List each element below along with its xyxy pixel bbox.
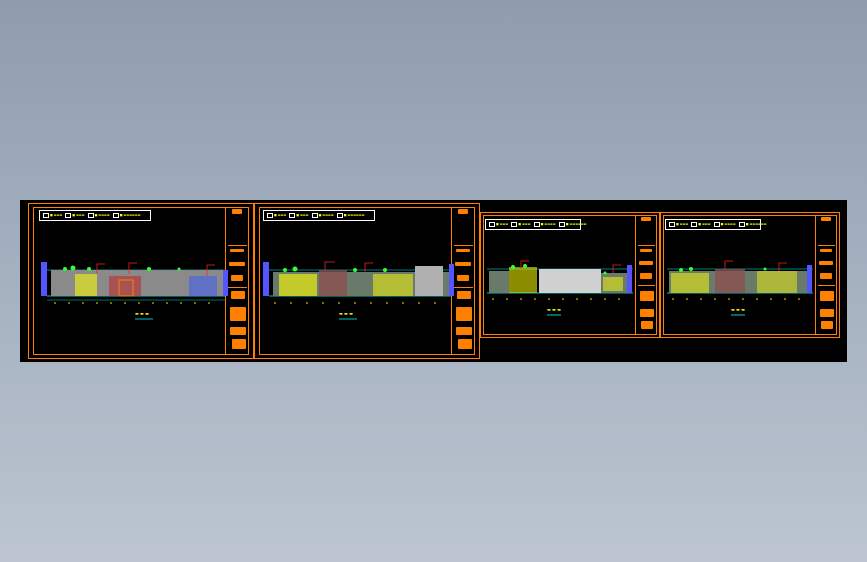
sheet-2-elevation-drawing (263, 261, 454, 320)
drawing-sheet-2[interactable]: ■ ▬▬▬ ■ ▬▬▬ ■ ▬▬▬▬ ■ ▬▬▬▬▬▬ ▬ ▬ ▬ (254, 203, 480, 359)
sheet-4-elevation-title: ▬ ▬ ▬ (731, 307, 745, 312)
sheet-3-window-band (509, 267, 537, 293)
sheet-3-facade-left (489, 271, 509, 293)
sheet-3-level-markers (627, 265, 632, 293)
sheet-1-axis-ticks (54, 302, 210, 304)
sheet-4-elevation-drawing (667, 260, 813, 316)
cad-drawing-canvas[interactable]: ■ ▬▬▬ ■ ▬▬▬ ■ ▬▬▬▬ ■ ▬▬▬▬▬▬ ▬ ▬ ▬ ■ ▬▬▬ … (20, 200, 847, 362)
drawing-sheet-1[interactable]: ■ ▬▬▬ ■ ▬▬▬ ■ ▬▬▬▬ ■ ▬▬▬▬▬▬ ▬ ▬ ▬ (28, 203, 254, 359)
sheet-2-level-markers (263, 262, 269, 296)
sheet-3-plain-facade (539, 269, 601, 293)
sheet-3-elevation-title: ▬ ▬ ▬ (547, 307, 561, 312)
sheet-4-highlight-block (715, 269, 745, 293)
sheet-3-elevation-drawing (487, 260, 633, 316)
sheet-2-tower (415, 266, 443, 296)
sheet-1-highlight-block (109, 276, 141, 296)
sheet-4-level-markers (807, 265, 812, 293)
sheet-1-side-block (189, 276, 217, 296)
sheet-1-elevation-title: ▬ ▬ ▬ (135, 311, 149, 316)
drawing-sheet-3[interactable]: ■ ▬▬▬ ■ ▬▬▬ ■ ▬▬▬▬ ■ ▬▬▬▬▬▬ ▬ ▬ ▬ (480, 212, 660, 338)
sheet-4-window-band (671, 273, 709, 293)
sheet-1-window-band (75, 274, 97, 296)
sheet-2-elevation-title: ▬ ▬ ▬ (339, 311, 353, 316)
drawing-sheet-4[interactable]: ■ ▬▬▬ ■ ▬▬▬ ■ ▬▬▬▬ ■ ▬▬▬▬▬▬ ▬ ▬ ▬ (660, 212, 840, 338)
sheet-4-window-band-2 (757, 271, 797, 293)
sheet-2-window-band (279, 274, 317, 296)
sheet-2-highlight-block (319, 270, 347, 296)
sheet-1-level-markers (41, 262, 47, 296)
sheet-2-level-markers-right (449, 264, 454, 296)
sheet-1-elevation-drawing (41, 262, 228, 320)
sheet-2-window-band-2 (373, 274, 413, 296)
sheet-1-level-markers-right (223, 270, 228, 296)
